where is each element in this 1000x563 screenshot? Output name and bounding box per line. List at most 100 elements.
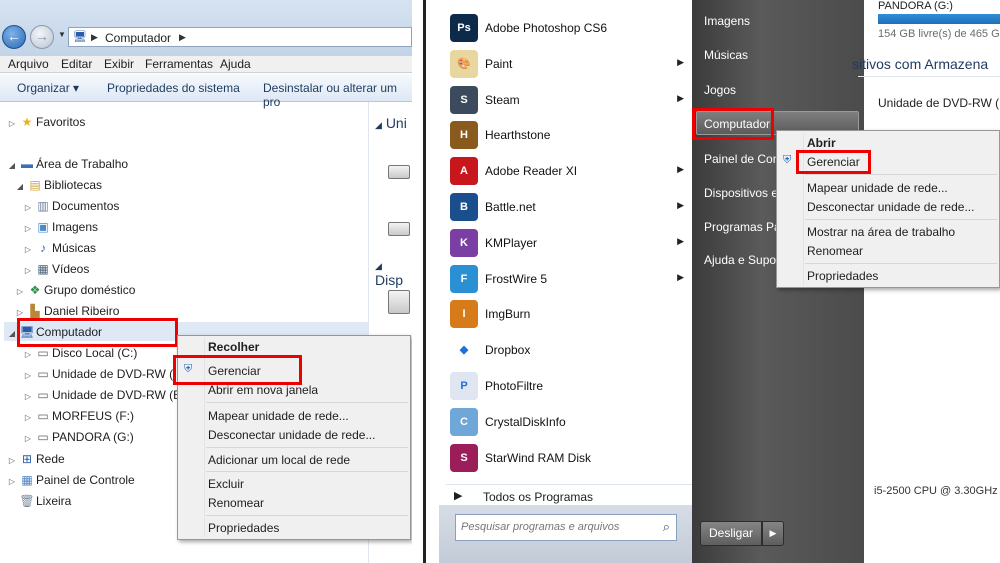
search-input[interactable]: Pesquisar programas e arquivos ⌕ — [455, 514, 677, 541]
menu-item-open-new-window[interactable]: Abrir em nova janela — [208, 383, 318, 397]
battlenet-icon: B — [450, 193, 478, 221]
tree-item-desktop[interactable]: ◢ ▬ Área de Trabalho — [6, 154, 128, 174]
program-item[interactable]: H Hearthstone — [446, 117, 692, 153]
tree-item-control-panel[interactable]: ▷ ▦ Painel de Controle — [6, 470, 135, 490]
collapse-arrow-icon[interactable]: ◢ — [375, 120, 382, 130]
program-item[interactable]: P PhotoFiltre — [446, 368, 692, 404]
menu-item-open[interactable]: Abrir — [807, 136, 836, 150]
tree-item-morfeus[interactable]: ▷ ▭ MORFEUS (F:) — [22, 406, 134, 426]
place-music[interactable]: Músicas — [704, 48, 748, 62]
tree-item-homegroup[interactable]: ▷ ❖ Grupo doméstico — [14, 280, 135, 300]
program-item[interactable]: ◆ Dropbox — [446, 332, 692, 368]
expand-arrow-icon[interactable]: ▷ — [22, 219, 34, 239]
expand-arrow-icon[interactable]: ▷ — [22, 429, 34, 449]
menu-item-add-network-location[interactable]: Adicionar um local de rede — [208, 453, 350, 467]
place-control-panel[interactable]: Painel de Cont — [704, 152, 783, 166]
submenu-arrow-icon[interactable]: ▶ — [677, 236, 684, 247]
menu-file[interactable]: Arquivo — [8, 57, 49, 71]
history-dropdown-icon[interactable]: ▼ — [58, 30, 66, 39]
place-images[interactable]: Imagens — [704, 14, 750, 28]
expand-arrow-icon[interactable]: ▷ — [6, 114, 18, 134]
tree-item-libraries[interactable]: ◢ ▤ Bibliotecas — [14, 175, 102, 195]
program-item[interactable]: K KMPlayer ▶ — [446, 225, 692, 261]
tree-item-videos[interactable]: ▷ ▦ Vídeos — [22, 259, 89, 279]
tree-item-pandora[interactable]: ▷ ▭ PANDORA (G:) — [22, 427, 134, 447]
kmplayer-icon: K — [450, 228, 478, 257]
back-button[interactable]: ← — [2, 25, 26, 49]
tree-item-dvd1[interactable]: ▷ ▭ Unidade de DVD-RW ( — [22, 364, 173, 384]
place-help[interactable]: Ajuda e Supor — [704, 253, 780, 267]
expand-arrow-icon[interactable]: ▷ — [22, 240, 34, 260]
menu-item-properties[interactable]: Propriedades — [807, 269, 878, 283]
expand-arrow-icon[interactable]: ▷ — [22, 408, 34, 428]
shutdown-options-button[interactable]: ▶ — [762, 521, 784, 546]
submenu-arrow-icon[interactable]: ▶ — [677, 164, 684, 175]
menu-item-disconnect-drive[interactable]: Desconectar unidade de rede... — [208, 428, 375, 442]
start-menu-screenshot: Ps Adobe Photoshop CS6 🎨 Paint ▶ S Steam ▶ H Hear… — [439, 0, 1000, 563]
place-games[interactable]: Jogos — [704, 83, 736, 97]
breadcrumb-location[interactable]: Computador — [105, 31, 171, 45]
program-item[interactable]: S Steam ▶ — [446, 82, 692, 118]
forward-button[interactable]: → — [30, 25, 54, 49]
submenu-arrow-icon[interactable]: ▶ — [677, 93, 684, 104]
menu-item-properties[interactable]: Propriedades — [208, 521, 279, 535]
expand-arrow-icon[interactable]: ▷ — [14, 282, 26, 302]
tree-item-images[interactable]: ▷ ▣ Imagens — [22, 217, 98, 237]
place-devices[interactable]: Dispositivos e — [704, 186, 778, 200]
program-item[interactable]: C CrystalDiskInfo — [446, 404, 692, 440]
menu-item-map-drive[interactable]: Mapear unidade de rede... — [807, 181, 948, 195]
expand-arrow-icon[interactable]: ▷ — [22, 387, 34, 407]
tree-item-network[interactable]: ▷ ⊞ Rede — [6, 449, 65, 469]
program-item[interactable]: Ps Adobe Photoshop CS6 — [446, 10, 692, 46]
expand-arrow-icon[interactable]: ▷ — [6, 472, 18, 492]
expand-arrow-icon[interactable]: ▷ — [22, 366, 34, 386]
tree-item-favorites[interactable]: ▷ ★ Favoritos — [6, 112, 85, 132]
menu-help[interactable]: Ajuda — [220, 57, 251, 71]
system-properties-button[interactable]: Propriedades do sistema — [107, 81, 240, 95]
program-item[interactable]: 🎨 Paint ▶ — [446, 46, 692, 82]
submenu-arrow-icon[interactable]: ▶ — [677, 57, 684, 68]
program-item[interactable]: I ImgBurn — [446, 296, 692, 332]
tree-item-local-disk[interactable]: ▷ ▭ Disco Local (C:) — [22, 343, 137, 363]
menu-edit[interactable]: Editar — [61, 57, 92, 71]
program-item[interactable]: S StarWind RAM Disk — [446, 440, 692, 476]
expand-arrow-icon[interactable]: ▷ — [22, 345, 34, 365]
collapse-arrow-icon[interactable]: ◢ — [375, 261, 382, 271]
program-item[interactable]: B Battle.net ▶ — [446, 189, 692, 225]
shutdown-button[interactable]: Desligar — [700, 521, 762, 546]
menu-item-rename[interactable]: Renomear — [807, 244, 863, 258]
menu-item-show-desktop[interactable]: Mostrar na área de trabalho — [807, 225, 955, 239]
place-default-programs[interactable]: Programas Pa — [704, 220, 781, 234]
organize-button[interactable]: Organizar ▾ — [17, 81, 79, 95]
drive-icon[interactable] — [388, 165, 410, 179]
menu-item-delete[interactable]: Excluir — [208, 477, 244, 491]
tree-item-trash[interactable]: 🗑Lixeira — [18, 491, 71, 511]
tree-label: Unidade de DVD-RW ( — [52, 367, 174, 381]
menu-item-collapse[interactable]: Recolher — [208, 340, 259, 354]
submenu-arrow-icon[interactable]: ▶ — [677, 200, 684, 211]
address-bar[interactable]: 🖥 ▶ Computador ▶ — [68, 27, 412, 47]
device-icon[interactable] — [388, 290, 410, 314]
program-item[interactable]: A Adobe Reader XI ▶ — [446, 153, 692, 189]
search-icon[interactable]: ⌕ — [663, 519, 670, 535]
submenu-arrow-icon[interactable]: ▶ — [677, 272, 684, 283]
collapse-arrow-icon[interactable]: ◢ — [14, 177, 26, 197]
menu-item-rename[interactable]: Renomear — [208, 496, 264, 510]
uninstall-button[interactable]: Desinstalar ou alterar um pro — [263, 81, 412, 109]
expand-arrow-icon[interactable]: ▷ — [22, 198, 34, 218]
tree-item-dvd2[interactable]: ▷ ▭ Unidade de DVD-RW (E — [22, 385, 181, 405]
explorer-titlebar: ← → ▼ 🖥 ▶ Computador ▶ — [0, 0, 412, 56]
menu-view[interactable]: Exibir — [104, 57, 134, 71]
menu-item-map-drive[interactable]: Mapear unidade de rede... — [208, 409, 349, 423]
tree-item-documents[interactable]: ▷ ▥ Documentos — [22, 196, 119, 216]
program-item[interactable]: F FrostWire 5 ▶ — [446, 261, 692, 297]
breadcrumb-chevron-icon[interactable]: ▶ — [91, 32, 98, 43]
tree-item-music[interactable]: ▷ ♪ Músicas — [22, 238, 96, 258]
expand-arrow-icon[interactable]: ▷ — [6, 451, 18, 471]
menu-item-disconnect-drive[interactable]: Desconectar unidade de rede... — [807, 200, 974, 214]
breadcrumb-chevron-icon[interactable]: ▶ — [179, 32, 186, 43]
drive-icon[interactable] — [388, 222, 410, 236]
expand-arrow-icon[interactable]: ▷ — [22, 261, 34, 281]
collapse-arrow-icon[interactable]: ◢ — [6, 156, 18, 176]
menu-tools[interactable]: Ferramentas — [145, 57, 213, 71]
